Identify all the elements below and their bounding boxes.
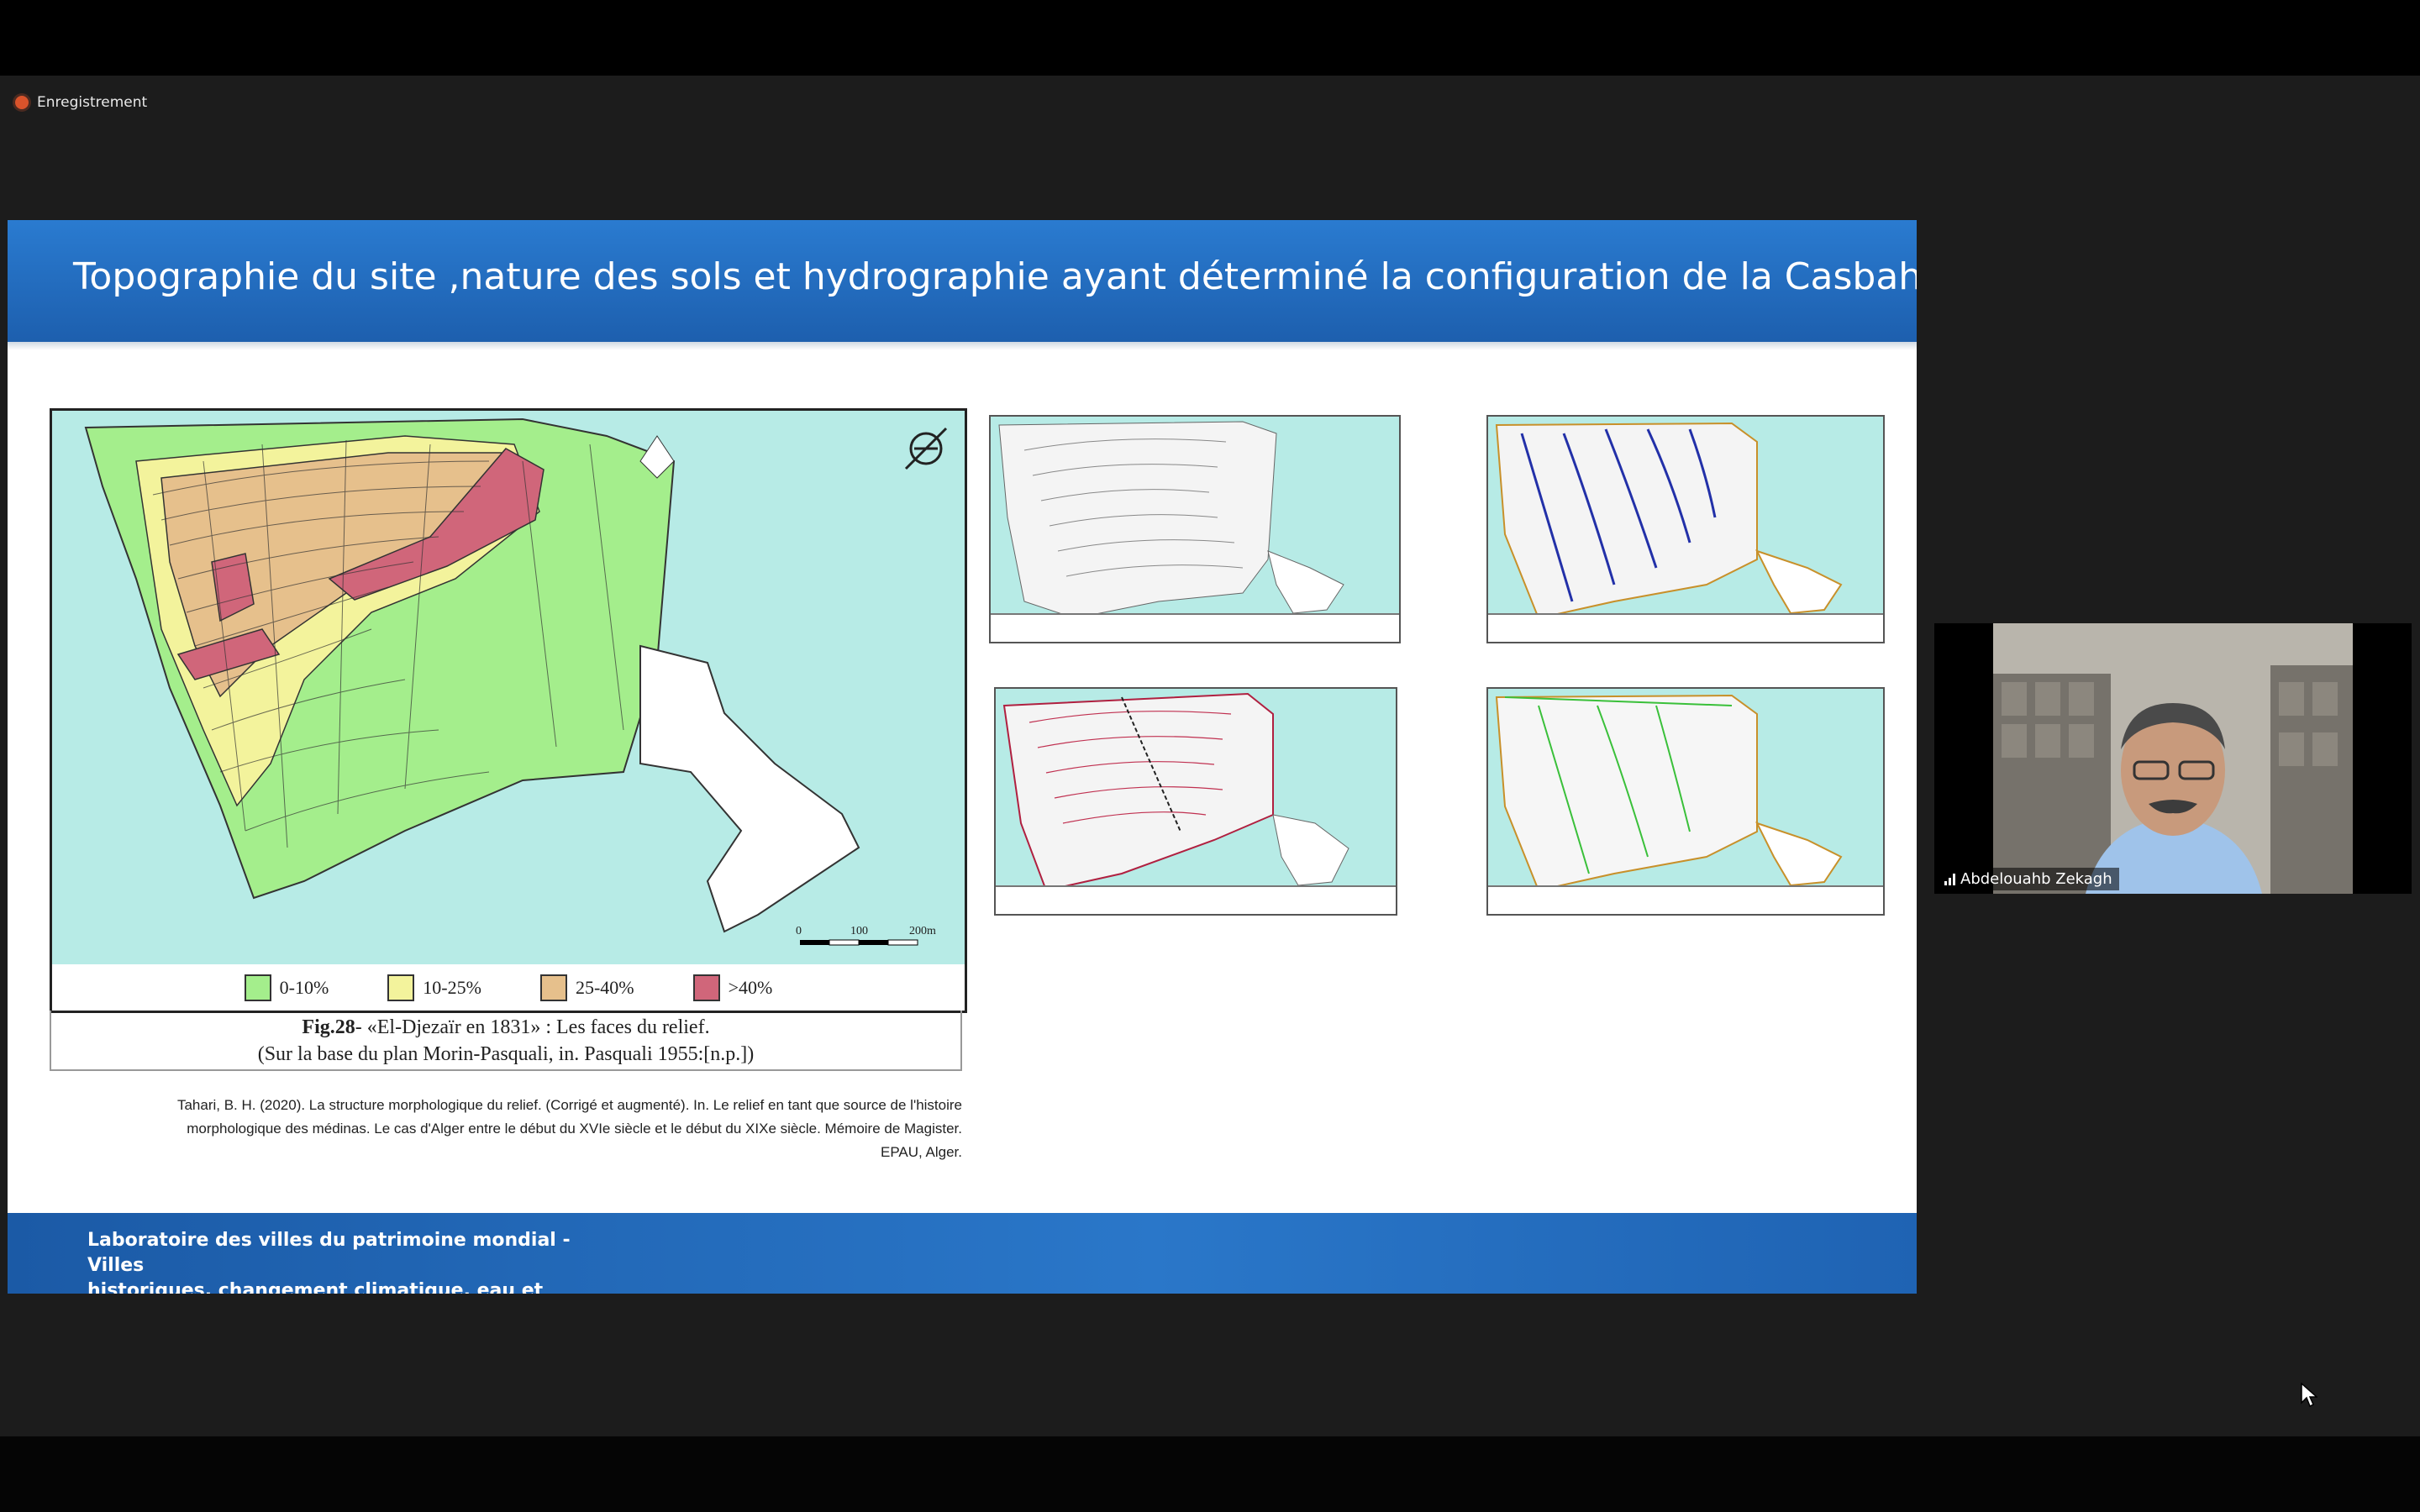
source-line2: morphologique des médinas. Le cas d'Alge…	[187, 1121, 962, 1137]
relief-map: 0 100 200m	[50, 408, 967, 968]
legend-label: 10-25%	[423, 976, 481, 998]
thumbnail-caption	[1488, 885, 1883, 914]
legend-item: 0-10%	[244, 974, 329, 1001]
caption-line1: - «El-Djezaïr en 1831» : Les faces du re…	[355, 1016, 710, 1038]
thumbnail-caption	[991, 613, 1399, 642]
legend-item: >40%	[692, 974, 773, 1001]
signal-strength-icon	[1944, 873, 1955, 885]
legend-swatch	[387, 974, 415, 1001]
bottom-black-bar	[0, 1436, 2420, 1512]
footer-line2: historiques, changement climatique, eau …	[87, 1280, 544, 1294]
legend-item: 25-40%	[539, 974, 634, 1001]
scale-mid: 100	[850, 925, 868, 937]
participant-name: Abdelouahb Zekagh	[1960, 870, 2112, 888]
recording-label: Enregistrement	[37, 94, 148, 111]
caption-fig: Fig.28	[302, 1016, 355, 1038]
footer-text: Laboratoire des villes du patrimoine mon…	[87, 1228, 608, 1294]
legend-swatch	[539, 974, 567, 1001]
legend-swatch	[244, 974, 271, 1001]
mouse-cursor-icon	[2301, 1383, 2317, 1408]
scale-zero: 0	[796, 925, 802, 937]
recording-dot-icon	[15, 96, 29, 109]
shared-slide: Topographie du site ,nature des sols et …	[8, 220, 1917, 1294]
participant-video	[1993, 623, 2353, 894]
scale-end: 200m	[909, 925, 936, 937]
recording-indicator: Enregistrement	[15, 94, 147, 111]
thumbnail-map-topography	[989, 415, 1401, 643]
relief-map-image	[52, 411, 965, 965]
legend-label: 25-40%	[575, 976, 634, 998]
thumbnail-map-ridges	[1486, 687, 1885, 916]
thumbnail-map-hydrography	[1486, 415, 1885, 643]
legend-item: 10-25%	[387, 974, 481, 1001]
legend-label: >40%	[728, 976, 773, 998]
legend-swatch	[692, 974, 720, 1001]
caption-line2: (Sur la base du plan Morin-Pasquali, in.…	[257, 1043, 755, 1065]
legend-label: 0-10%	[279, 976, 329, 998]
thumbnail-caption	[996, 885, 1396, 914]
slide-footer: Laboratoire des villes du patrimoine mon…	[8, 1213, 1917, 1294]
participant-video-tile[interactable]: Abdelouahb Zekagh	[1934, 623, 2412, 894]
footer-line1: Laboratoire des villes du patrimoine mon…	[87, 1230, 571, 1276]
slide-title: Topographie du site ,nature des sols et …	[73, 255, 1917, 298]
source-citation: Tahari, B. H. (2020). La structure morph…	[41, 1094, 962, 1164]
figure-caption: Fig.28- «El-Djezaïr en 1831» : Les faces…	[50, 1011, 962, 1071]
header-separator	[8, 342, 1917, 350]
slide-header: Topographie du site ,nature des sols et …	[8, 220, 1917, 342]
thumbnail-caption	[1488, 613, 1883, 642]
thumbnail-map-slope-lines	[994, 687, 1397, 916]
participant-name-label: Abdelouahb Zekagh	[1938, 868, 2119, 890]
top-black-bar	[0, 0, 2420, 76]
map-legend: 0-10% 10-25% 25-40% >40%	[50, 964, 967, 1013]
source-line1: Tahari, B. H. (2020). La structure morph…	[176, 1097, 962, 1113]
source-line3: EPAU, Alger.	[880, 1144, 962, 1160]
